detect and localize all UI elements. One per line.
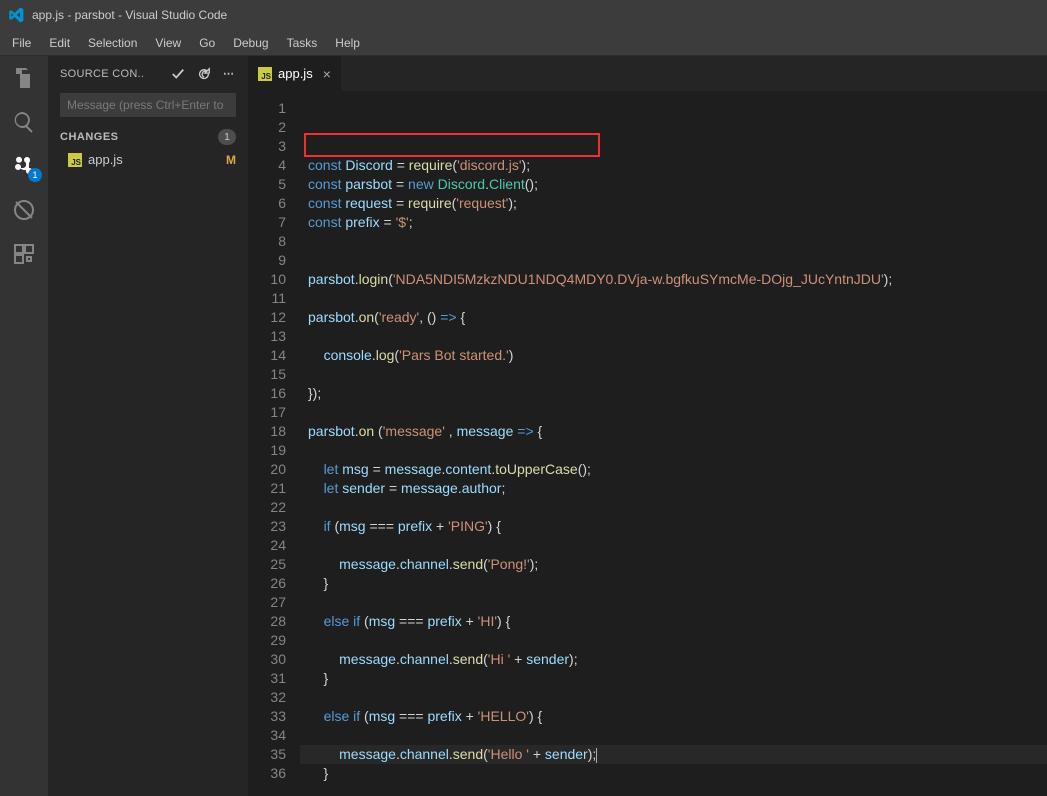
menu-selection[interactable]: Selection: [80, 34, 145, 52]
refresh-icon[interactable]: [197, 67, 211, 81]
code-line[interactable]: message.channel.send('Pong!');: [300, 555, 1047, 574]
tab-appjs[interactable]: JS app.js ×: [248, 56, 342, 91]
code-line[interactable]: parsbot.on('ready', () => {: [300, 308, 1047, 327]
changes-label: CHANGES: [60, 131, 119, 143]
line-number-gutter: 1234567891011121314151617181920212223242…: [248, 91, 300, 786]
vscode-logo-icon: [8, 7, 24, 23]
code-line[interactable]: [300, 783, 1047, 786]
activity-search[interactable]: [0, 110, 48, 134]
tab-label: app.js: [278, 66, 313, 81]
code-line[interactable]: let msg = message.content.toUpperCase();: [300, 460, 1047, 479]
horizontal-scrollbar[interactable]: [248, 786, 1047, 796]
code-line[interactable]: if (msg === prefix + 'PING') {: [300, 517, 1047, 536]
files-icon: [12, 66, 36, 90]
code-line[interactable]: const prefix = '$';: [300, 213, 1047, 232]
js-file-icon: JS: [68, 153, 82, 167]
commit-message-input[interactable]: [60, 93, 236, 117]
code-line[interactable]: }: [300, 764, 1047, 783]
code-line[interactable]: const parsbot = new Discord.Client();: [300, 175, 1047, 194]
close-icon[interactable]: ×: [323, 66, 331, 82]
js-file-icon: JS: [258, 67, 272, 81]
scm-badge: 1: [28, 168, 42, 182]
code-content[interactable]: const Discord = require('discord.js');co…: [300, 91, 1047, 786]
code-line[interactable]: [300, 232, 1047, 251]
search-icon: [12, 110, 36, 134]
code-line[interactable]: [300, 593, 1047, 612]
code-line[interactable]: [300, 536, 1047, 555]
code-line[interactable]: }: [300, 669, 1047, 688]
code-line[interactable]: parsbot.on ('message' , message => {: [300, 422, 1047, 441]
activity-extensions[interactable]: [0, 242, 48, 266]
changes-section[interactable]: CHANGES 1: [48, 125, 248, 149]
changed-file-name: app.js: [88, 152, 123, 167]
titlebar: app.js - parsbot - Visual Studio Code: [0, 0, 1047, 30]
code-line[interactable]: }: [300, 574, 1047, 593]
code-line[interactable]: message.channel.send('Hi ' + sender);: [300, 650, 1047, 669]
code-line[interactable]: [300, 688, 1047, 707]
code-line[interactable]: console.log('Pars Bot started.'): [300, 346, 1047, 365]
window-title: app.js - parsbot - Visual Studio Code: [32, 8, 227, 22]
code-line[interactable]: [300, 631, 1047, 650]
menubar: File Edit Selection View Go Debug Tasks …: [0, 30, 1047, 56]
code-line[interactable]: [300, 403, 1047, 422]
tab-bar: JS app.js ×: [248, 56, 1047, 91]
sidebar: SOURCE CON.. ⋯ CHANGES 1 JS app.js M: [48, 56, 248, 796]
code-line[interactable]: message.channel.send('Hello ' + sender);: [300, 745, 1047, 764]
annotation-highlight: [304, 133, 600, 157]
file-status-badge: M: [226, 153, 236, 167]
code-line[interactable]: const Discord = require('discord.js');: [300, 156, 1047, 175]
activity-debug[interactable]: [0, 198, 48, 222]
changed-file-row[interactable]: JS app.js M: [48, 149, 248, 170]
code-line[interactable]: [300, 327, 1047, 346]
menu-edit[interactable]: Edit: [41, 34, 78, 52]
sidebar-title: SOURCE CON..: [60, 68, 144, 80]
menu-view[interactable]: View: [147, 34, 189, 52]
code-line[interactable]: [300, 726, 1047, 745]
code-line[interactable]: });: [300, 384, 1047, 403]
menu-help[interactable]: Help: [327, 34, 368, 52]
menu-file[interactable]: File: [4, 34, 39, 52]
menu-tasks[interactable]: Tasks: [279, 34, 326, 52]
activity-bar: 1: [0, 56, 48, 796]
code-line[interactable]: let sender = message.author;: [300, 479, 1047, 498]
sidebar-header: SOURCE CON.. ⋯: [48, 56, 248, 91]
code-line[interactable]: [300, 441, 1047, 460]
code-line[interactable]: else if (msg === prefix + 'HI') {: [300, 612, 1047, 631]
menu-go[interactable]: Go: [191, 34, 223, 52]
code-line[interactable]: [300, 498, 1047, 517]
code-line[interactable]: [300, 289, 1047, 308]
extensions-icon: [12, 242, 36, 266]
code-line[interactable]: [300, 251, 1047, 270]
check-icon[interactable]: [171, 67, 185, 81]
code-line[interactable]: const request = require('request');: [300, 194, 1047, 213]
code-line[interactable]: [300, 365, 1047, 384]
code-line[interactable]: parsbot.login('NDA5NDI5MzkzNDU1NDQ4MDY0.…: [300, 270, 1047, 289]
menu-debug[interactable]: Debug: [225, 34, 276, 52]
debug-icon: [12, 198, 36, 222]
activity-scm[interactable]: 1: [0, 154, 48, 178]
more-icon[interactable]: ⋯: [223, 67, 236, 80]
code-line[interactable]: else if (msg === prefix + 'HELLO') {: [300, 707, 1047, 726]
code-editor[interactable]: 1234567891011121314151617181920212223242…: [248, 91, 1047, 786]
workspace: 1 SOURCE CON.. ⋯ CHANGES 1 JS app.js: [0, 56, 1047, 796]
changes-count: 1: [218, 129, 236, 145]
editor-area: JS app.js × 1234567891011121314151617181…: [248, 56, 1047, 796]
activity-explorer[interactable]: [0, 66, 48, 90]
